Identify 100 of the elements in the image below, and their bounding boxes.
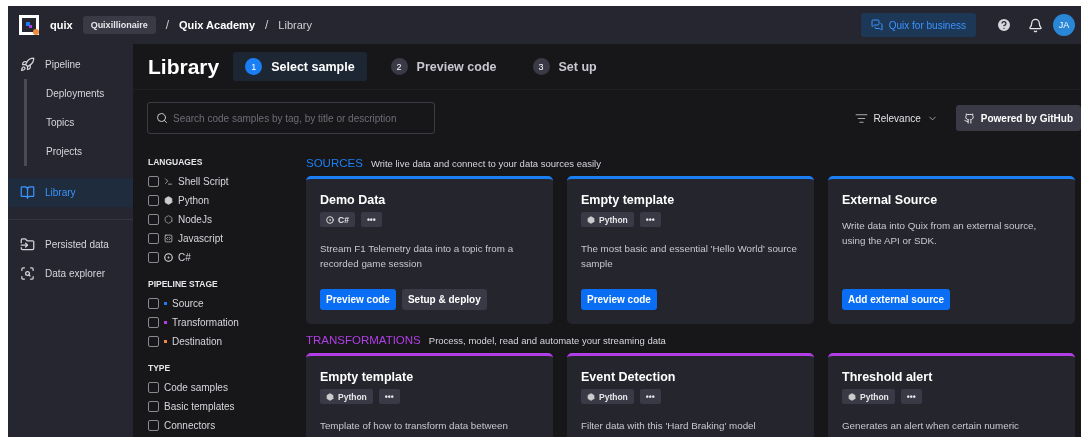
more-tag[interactable]: ••• (639, 212, 661, 227)
card-description: Write data into Quix from an external source, using the API or SDK. (842, 219, 1038, 248)
sample-card[interactable]: Empty template Python ••• Template of how to transform data between (306, 353, 553, 437)
sample-card[interactable]: Empty template Python ••• The most basic and essential 'Hello World' source sample Preview code (567, 176, 814, 324)
filter-label: Javascript (178, 233, 223, 244)
sample-card[interactable]: Event Detection Python ••• Filter data with this 'Hard Braking' model (567, 353, 814, 437)
wizard-step[interactable]: 2 Preview code (378, 52, 509, 81)
breadcrumb-separator: / (265, 18, 269, 32)
page-title: Library (148, 54, 220, 79)
user-avatar[interactable]: JA (1053, 14, 1075, 36)
sidebar-subitem[interactable]: Deployments (27, 79, 133, 108)
checkbox[interactable] (148, 298, 159, 309)
checkbox[interactable] (148, 195, 159, 206)
more-tag[interactable]: ••• (639, 389, 661, 404)
step-number: 3 (532, 58, 550, 75)
card-button[interactable]: Preview code (581, 289, 657, 310)
github-icon (963, 112, 975, 124)
filter-label: C# (178, 252, 191, 263)
breadcrumb-link[interactable]: Library (278, 19, 312, 31)
filter-heading: LANGUAGES (148, 157, 204, 167)
filter-heading: PIPELINE STAGE (148, 279, 219, 289)
checkbox[interactable] (148, 382, 159, 393)
sort-icon (854, 111, 868, 125)
filter-label: Transformation (172, 317, 239, 328)
search-field[interactable]: Search code samples by tag, by title or description (147, 102, 435, 134)
folder-icon (20, 237, 35, 252)
card-title: Demo Data (320, 193, 387, 207)
sidebar-item[interactable]: Data explorer (8, 259, 133, 288)
filter-label: Shell Script (178, 176, 229, 187)
card-title: External Source (842, 193, 939, 207)
card-button[interactable]: Preview code (320, 289, 396, 310)
step-label: Select sample (271, 59, 355, 74)
card-button[interactable]: Setup & deploy (401, 289, 487, 310)
step-label: Preview code (416, 59, 497, 74)
sidebar-subitem[interactable]: Projects (27, 137, 133, 166)
business-button[interactable]: Quix for business (860, 13, 976, 37)
github-button[interactable]: Powered by GitHub (955, 105, 1081, 131)
card-title: Empty template (581, 193, 676, 207)
checkbox[interactable] (148, 420, 159, 431)
card-description: Stream F1 Telemetry data into a topic from a recorded game session (320, 242, 515, 271)
section-subtitle: Write live data and connect to your data sources easily (370, 158, 601, 169)
language-tag[interactable]: Python (581, 389, 634, 404)
wizard-step[interactable]: 3 Set up (520, 52, 609, 81)
section-title: SOURCES (306, 157, 363, 169)
terminal-icon (164, 177, 173, 186)
script-icon (164, 234, 173, 243)
breadcrumb-link[interactable]: Quix Academy (179, 19, 255, 31)
filter-label: Source (172, 298, 204, 309)
wizard-step[interactable]: 1 Select sample (233, 52, 367, 81)
sample-card[interactable]: Threshold alert Python ••• Generates an alert when certain numeric (828, 353, 1075, 437)
step-number: 1 (245, 58, 263, 75)
magnifier-icon (20, 266, 35, 281)
bell-icon[interactable] (1028, 17, 1043, 33)
sidebar-item[interactable]: Library (8, 178, 133, 207)
language-tag[interactable]: Python (320, 389, 373, 404)
checkbox[interactable] (148, 233, 159, 244)
sidebar-subitem[interactable]: Topics (27, 108, 133, 137)
card-description: Template of how to transform data between (320, 419, 509, 433)
filter-label: Destination (172, 336, 223, 347)
step-number: 2 (390, 58, 408, 75)
quix-logo[interactable] (18, 14, 40, 36)
breadcrumb-separator: / (165, 18, 169, 32)
checkbox[interactable] (148, 401, 159, 412)
filter-label: NodeJs (178, 214, 212, 225)
sample-card[interactable]: External Source Write data into Quix from an external source, using the API or SDK. Add external source (828, 176, 1075, 324)
sidebar-item[interactable]: Pipeline (8, 50, 133, 79)
language-tag[interactable]: C# (320, 212, 355, 227)
checkbox[interactable] (148, 252, 159, 263)
card-description: Generates an alert when certain numeric (842, 419, 1020, 433)
brand-name: quix (50, 19, 73, 31)
card-button[interactable]: Add external source (842, 289, 951, 310)
more-tag[interactable]: ••• (360, 212, 382, 227)
checkbox[interactable] (148, 317, 159, 328)
rocket-icon (20, 57, 35, 72)
section-title: TRANSFORMATIONS (306, 334, 421, 346)
filter-label: Code samples (164, 382, 228, 393)
checkbox[interactable] (148, 176, 159, 187)
filter-label: Python (178, 195, 210, 206)
book-icon (20, 185, 35, 200)
hexagon-icon (164, 215, 173, 224)
filter-label: Connectors (164, 420, 216, 431)
filter-heading: TYPE (148, 363, 172, 373)
card-description: The most basic and essential 'Hello World' source sample (581, 242, 798, 271)
workspace-badge[interactable]: Quixillionaire (82, 16, 156, 34)
chat-icon (870, 19, 883, 31)
more-tag[interactable]: ••• (900, 389, 922, 404)
sort-dropdown[interactable]: Relevance (848, 110, 944, 126)
card-description: Filter data with this 'Hard Braking' model (581, 419, 757, 433)
checkbox[interactable] (148, 336, 159, 347)
sidebar-item[interactable]: Persisted data (8, 230, 133, 259)
language-tag[interactable]: Python (581, 212, 634, 227)
search-icon (156, 112, 168, 124)
step-label: Set up (558, 59, 597, 74)
more-tag[interactable]: ••• (378, 389, 400, 404)
checkbox[interactable] (148, 214, 159, 225)
help-icon[interactable] (996, 17, 1012, 33)
language-tag[interactable]: Python (842, 389, 895, 404)
section-subtitle: Process, model, read and automate your streaming data (428, 335, 666, 346)
sample-card[interactable]: Demo Data C# ••• Stream F1 Telemetry data into a topic from a recorded game session Preview code Setup & deploy (306, 176, 553, 324)
card-title: Event Detection (581, 370, 677, 384)
